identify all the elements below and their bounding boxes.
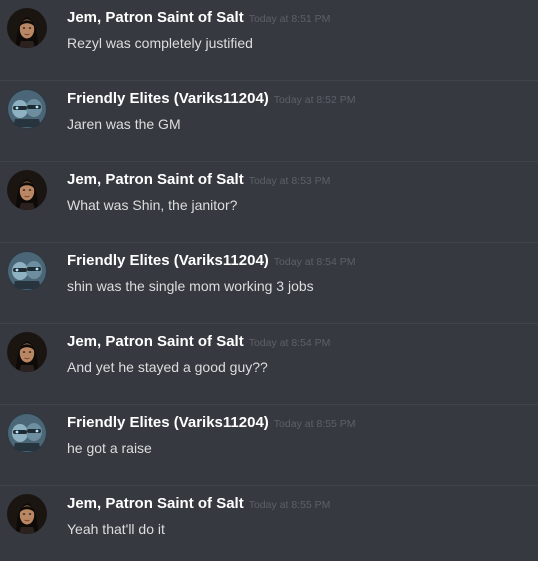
message-author[interactable]: Friendly Elites (Variks11204) (67, 414, 269, 431)
message-author[interactable]: Jem, Patron Saint of Salt (67, 333, 244, 350)
message: Jem, Patron Saint of Salt Today at 8:55 P… (0, 486, 538, 561)
message-author[interactable]: Friendly Elites (Variks11204) (67, 90, 269, 107)
message: Jem, Patron Saint of Salt Today at 8:54 P… (0, 324, 538, 405)
woman-portrait-icon (7, 332, 47, 372)
message-content: Rezyl was completely justified (67, 35, 253, 51)
message-author[interactable]: Jem, Patron Saint of Salt (67, 495, 244, 512)
message: Friendly Elites (Variks11204) Today at 8:… (0, 405, 538, 486)
message-content: Yeah that'll do it (67, 521, 165, 537)
message-timestamp: Today at 8:54 PM (273, 256, 356, 268)
chat-messages: Jem, Patron Saint of Salt Today at 8:51 P… (0, 0, 538, 561)
user-avatar[interactable] (7, 332, 47, 372)
message-author[interactable]: Jem, Patron Saint of Salt (67, 9, 244, 26)
user-avatar[interactable] (7, 170, 47, 210)
woman-portrait-icon (7, 170, 47, 210)
message-timestamp: Today at 8:54 PM (248, 337, 331, 349)
alien-elites-icon (7, 413, 47, 453)
message-content: And yet he stayed a good guy?? (67, 359, 268, 375)
message-timestamp: Today at 8:55 PM (273, 418, 356, 430)
message: Jem, Patron Saint of Salt Today at 8:51 P… (0, 0, 538, 81)
message-timestamp: Today at 8:52 PM (273, 94, 356, 106)
message-timestamp: Today at 8:55 PM (248, 499, 331, 511)
message-timestamp: Today at 8:53 PM (248, 175, 331, 187)
message: Friendly Elites (Variks11204) Today at 8:… (0, 243, 538, 324)
alien-elites-icon (7, 251, 47, 291)
user-avatar[interactable] (7, 89, 47, 129)
message-author[interactable]: Friendly Elites (Variks11204) (67, 252, 269, 269)
message-author[interactable]: Jem, Patron Saint of Salt (67, 171, 244, 188)
message-content: he got a raise (67, 440, 152, 456)
user-avatar[interactable] (7, 8, 47, 48)
user-avatar[interactable] (7, 251, 47, 291)
woman-portrait-icon (7, 494, 47, 534)
user-avatar[interactable] (7, 413, 47, 453)
message: Jem, Patron Saint of Salt Today at 8:53 P… (0, 162, 538, 243)
user-avatar[interactable] (7, 494, 47, 534)
message-content: Jaren was the GM (67, 116, 181, 132)
message-content: shin was the single mom working 3 jobs (67, 278, 314, 294)
alien-elites-icon (7, 89, 47, 129)
message-timestamp: Today at 8:51 PM (248, 13, 331, 25)
message-content: What was Shin, the janitor? (67, 197, 238, 213)
woman-portrait-icon (7, 8, 47, 48)
message: Friendly Elites (Variks11204) Today at 8:… (0, 81, 538, 162)
